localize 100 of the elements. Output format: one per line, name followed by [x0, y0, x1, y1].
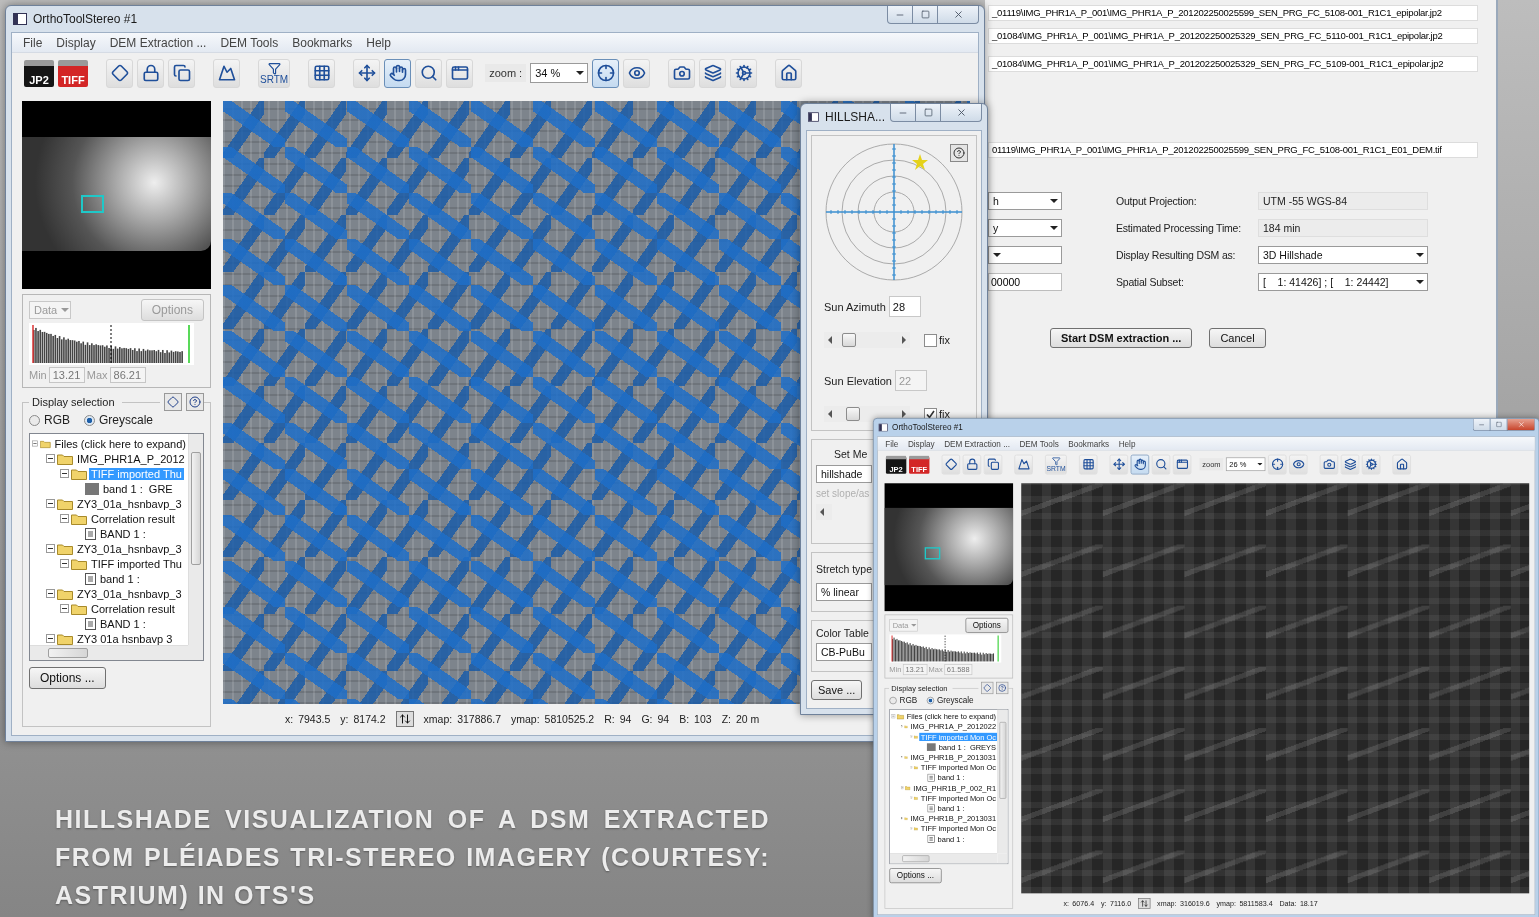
- expander-icon[interactable]: [60, 604, 69, 613]
- tree-item[interactable]: ZY3 01a hsnbavp 3: [75, 632, 175, 645]
- zoom-dropdown[interactable]: 34 %: [530, 63, 589, 83]
- expander-icon[interactable]: [60, 559, 69, 568]
- expander-icon[interactable]: [46, 454, 55, 463]
- method-dropdown[interactable]: hillshade: [816, 465, 872, 483]
- search-tool-button[interactable]: [415, 58, 443, 88]
- file-path-field[interactable]: 01119\IMG_PHR1A_P_001\IMG_PHR1A_P_201202250025599_SEN_PRG_FC_5108-001_R1C1_E01_DEM.tif: [988, 142, 1478, 158]
- histogram-options-button[interactable]: Options: [965, 617, 1009, 633]
- tree-item[interactable]: IMG_PHR1A_P_2012: [75, 452, 187, 465]
- radio-option[interactable]: RGB: [889, 695, 918, 705]
- search-tool-button[interactable]: [1151, 454, 1171, 475]
- copy-tool-button[interactable]: [983, 454, 1003, 475]
- vertical-scrollbar[interactable]: [997, 709, 1008, 854]
- expander-icon[interactable]: [46, 589, 55, 598]
- input-field[interactable]: 00000: [988, 273, 1062, 291]
- maximize-button[interactable]: [912, 6, 938, 24]
- window-tool-button[interactable]: [446, 58, 474, 88]
- layers-tool-button[interactable]: [699, 58, 727, 88]
- maximize-button[interactable]: [1489, 418, 1508, 431]
- file-format-button[interactable]: TIFF: [58, 59, 88, 87]
- radio-option[interactable]: Greyscale: [84, 413, 154, 427]
- menu-item[interactable]: DEM Extraction ...: [102, 35, 214, 50]
- minimize-button[interactable]: [890, 104, 916, 122]
- dropdown[interactable]: y: [988, 219, 1062, 237]
- menu-item[interactable]: File: [16, 35, 50, 50]
- menu-item[interactable]: Help: [359, 35, 398, 50]
- diamond-tool-button[interactable]: [941, 454, 961, 475]
- tree-item[interactable]: ZY3_01a_hsnbavp_3: [75, 497, 184, 510]
- eye-tool-button[interactable]: [623, 58, 651, 88]
- tree-item[interactable]: band 1 :: [98, 572, 142, 585]
- layers-tool-button[interactable]: [1340, 454, 1360, 475]
- camera-tool-button[interactable]: [1319, 454, 1339, 475]
- dropdown[interactable]: 3D Hillshade: [1258, 246, 1428, 264]
- home-tool-button[interactable]: [1392, 454, 1411, 475]
- horizontal-scrollbar[interactable]: [30, 645, 188, 660]
- lock-tool-button[interactable]: [137, 58, 164, 88]
- move-tool-button[interactable]: [353, 58, 381, 88]
- mountain-tool-button[interactable]: [1014, 454, 1033, 475]
- scroll-left-button[interactable]: [816, 504, 832, 520]
- file-path-field[interactable]: _01084\IMG_PHR1A_P_001\IMG_PHR1A_P_201202250025329_SEN_PRG_FC_5110-001_R1C1_epipolar.jp2: [988, 28, 1478, 44]
- dialog-button[interactable]: Cancel: [1209, 328, 1266, 348]
- menu-item[interactable]: Bookmarks: [285, 35, 360, 50]
- viewport-frame[interactable]: [924, 547, 941, 560]
- file-format-button[interactable]: JP2: [24, 59, 54, 87]
- tree-item[interactable]: ZY3_01a_hsnbavp_3: [75, 542, 184, 555]
- mountain-tool-button[interactable]: [213, 58, 240, 88]
- palette-button[interactable]: [981, 681, 994, 695]
- palette-button[interactable]: [164, 393, 182, 411]
- close-button[interactable]: [937, 6, 979, 24]
- move-tool-button[interactable]: [1109, 454, 1129, 475]
- tree-item[interactable]: Correlation result: [89, 602, 177, 615]
- eye-tool-button[interactable]: [1289, 454, 1308, 475]
- slider[interactable]: [824, 406, 910, 422]
- grid-tool-button[interactable]: [1079, 454, 1098, 475]
- copy-tool-button[interactable]: [168, 58, 195, 88]
- menu-item[interactable]: DEM Tools: [1014, 438, 1064, 449]
- diamond-tool-button[interactable]: [106, 58, 133, 88]
- menu-item[interactable]: Bookmarks: [1063, 438, 1114, 449]
- close-button[interactable]: [940, 104, 982, 122]
- dropdown[interactable]: [ 1: 41426] ; [ 1: 24442]: [1258, 273, 1428, 291]
- slider-thumb[interactable]: [841, 333, 856, 347]
- dropdown[interactable]: h: [988, 192, 1062, 210]
- hand-tool-button[interactable]: [1130, 454, 1150, 475]
- tree-item[interactable]: Correlation result: [89, 512, 177, 525]
- gear-tool-button[interactable]: [730, 58, 758, 88]
- lock-tool-button[interactable]: [962, 454, 982, 475]
- help-button[interactable]: [950, 144, 968, 162]
- tree-item[interactable]: TIFF imported Thu: [89, 557, 184, 570]
- color-table-dropdown[interactable]: CB-PuBu: [816, 643, 872, 661]
- window-tool-button[interactable]: [1173, 454, 1192, 475]
- camera-tool-button[interactable]: [668, 58, 696, 88]
- horizontal-scrollbar[interactable]: [890, 853, 998, 864]
- minimize-button[interactable]: [887, 6, 913, 24]
- maximize-button[interactable]: [915, 104, 941, 122]
- options-button[interactable]: Options ...: [889, 868, 942, 884]
- file-path-field[interactable]: _01119\IMG_PHR1A_P_001\IMG_PHR1A_P_201202250025599_SEN_PRG_FC_5108-001_R1C1_epipolar.jp2: [988, 5, 1478, 21]
- menu-item[interactable]: DEM Tools: [213, 35, 286, 50]
- tree-item[interactable]: Files (click here to expand): [52, 437, 188, 450]
- radio-option[interactable]: Greyscale: [926, 695, 974, 705]
- tree-item[interactable]: BAND 1 :: [98, 527, 148, 540]
- grid-tool-button[interactable]: [308, 58, 336, 88]
- dropdown[interactable]: [988, 246, 1062, 264]
- tree-item[interactable]: ZY3_01a_hsnbavp_3: [75, 587, 184, 600]
- tree-item[interactable]: BAND 1 :: [98, 617, 148, 630]
- options-button[interactable]: Options ...: [29, 667, 106, 689]
- help-button[interactable]: [186, 393, 204, 411]
- expander-icon[interactable]: [46, 544, 55, 553]
- funnel-tool-button[interactable]: SRTM: [258, 58, 291, 88]
- file-path-field[interactable]: _01084\IMG_PHR1A_P_001\IMG_PHR1A_P_201202250025329_SEN_PRG_FC_5109-001_R1C1_epipolar.jp2: [988, 56, 1478, 72]
- expander-icon[interactable]: [46, 634, 55, 643]
- vertical-scrollbar[interactable]: [188, 434, 203, 645]
- viewport-frame[interactable]: [81, 195, 104, 213]
- radio-option[interactable]: RGB: [29, 413, 70, 427]
- swap-button[interactable]: [395, 711, 414, 727]
- slider[interactable]: [824, 332, 910, 348]
- menu-item[interactable]: Display: [49, 35, 103, 50]
- gear-tool-button[interactable]: [1361, 454, 1381, 475]
- input-field[interactable]: 28: [888, 296, 921, 317]
- stretch-dropdown[interactable]: % linear: [816, 583, 872, 601]
